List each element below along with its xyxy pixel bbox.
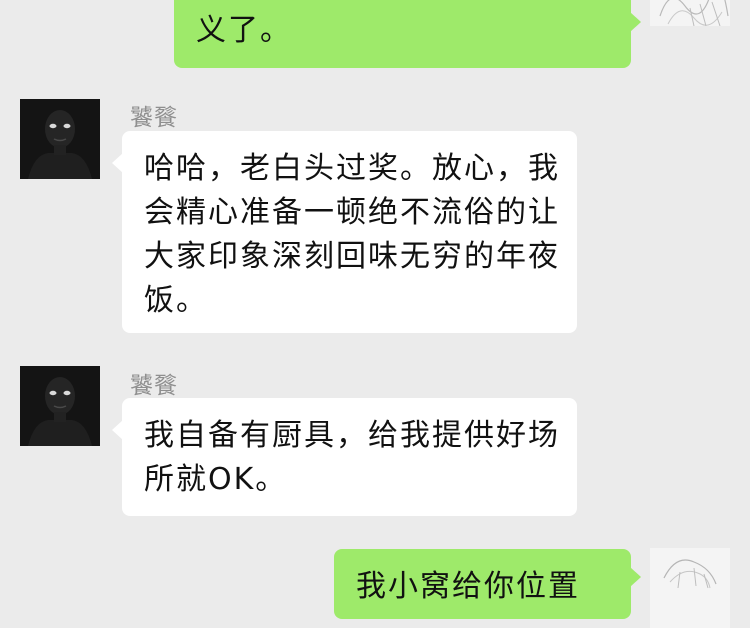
dark-masked-figure-avatar-icon (20, 366, 100, 446)
message-text: 我小窝给你位置 (356, 569, 580, 604)
dark-masked-figure-avatar-icon (20, 99, 100, 179)
outgoing-avatar[interactable] (650, 548, 730, 628)
chat-area: 义了。 饕餮 哈哈，老白头过奖。放心，我 会精心准备一顿绝不流俗的让 大家印象深… (0, 0, 750, 628)
message-bubble-incoming[interactable]: 我自备有厨具，给我提供好场 所就OK。 (112, 398, 577, 516)
message-text: 我自备有厨具，给我提供好场 所就OK。 (144, 418, 560, 497)
message-text: 义了。 (196, 13, 292, 48)
message-bubble-incoming[interactable]: 哈哈，老白头过奖。放心，我 会精心准备一顿绝不流俗的让 大家印象深刻回味无穷的年… (112, 131, 577, 333)
sketch-figure-avatar-icon (650, 0, 730, 26)
sender-name: 饕餮 (130, 105, 178, 131)
bubble-tail (112, 420, 123, 440)
bubble-tail (630, 12, 641, 32)
bubble-tail (112, 153, 123, 173)
outgoing-avatar[interactable] (650, 0, 730, 26)
bubble-tail (630, 567, 641, 587)
message-text: 哈哈，老白头过奖。放心，我 会精心准备一顿绝不流俗的让 大家印象深刻回味无穷的年… (144, 151, 560, 318)
sketch-figure-avatar-icon (650, 548, 730, 628)
sender-avatar[interactable] (20, 99, 100, 179)
sender-avatar[interactable] (20, 366, 100, 446)
sender-name: 饕餮 (130, 373, 178, 399)
message-bubble-outgoing[interactable]: 义了。 (174, 0, 641, 68)
message-bubble-outgoing[interactable]: 我小窝给你位置 (334, 549, 641, 619)
